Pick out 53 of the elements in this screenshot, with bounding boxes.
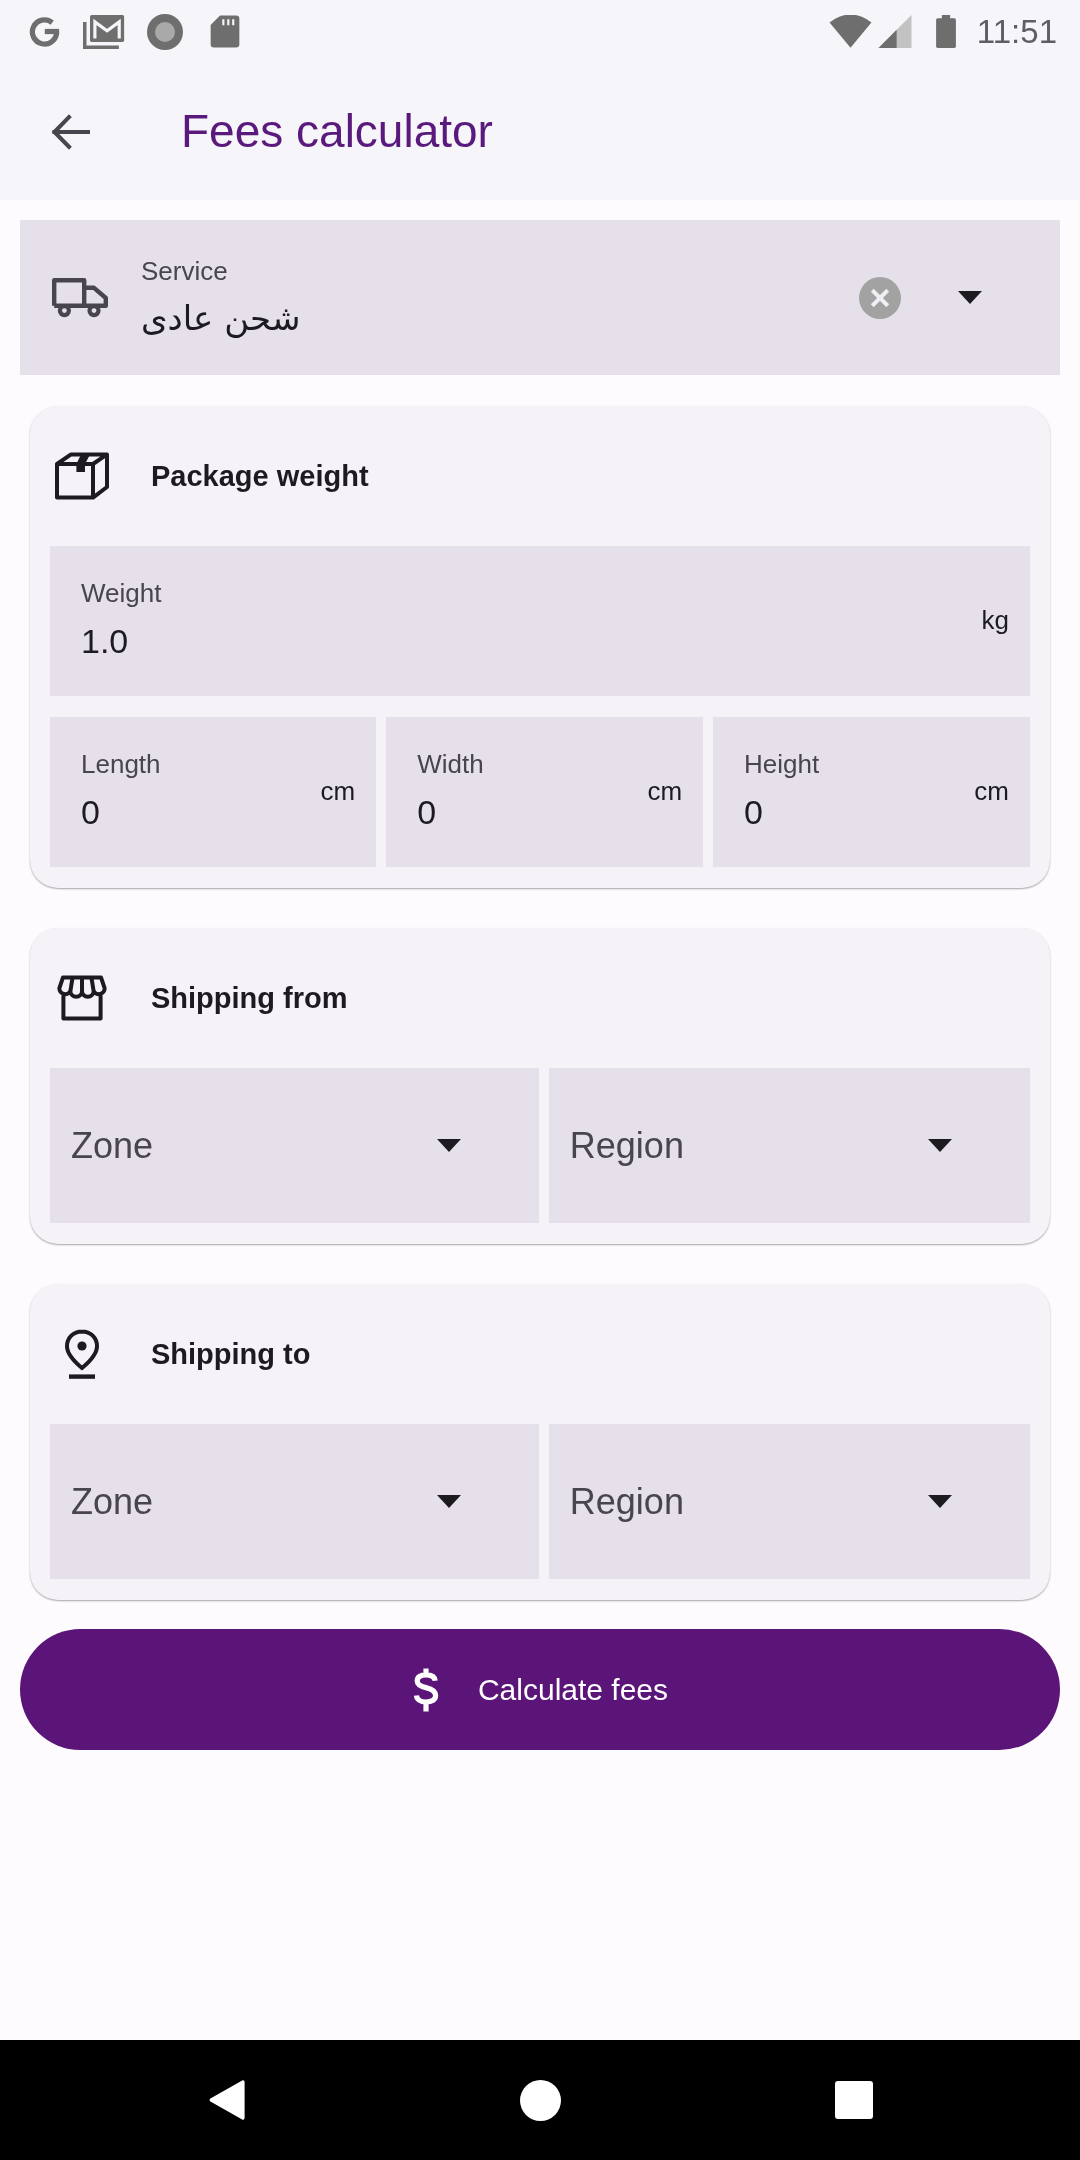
field-label: Length: [81, 749, 161, 779]
unit-label: kg: [981, 605, 1009, 637]
calculate-button[interactable]: Calculate fees: [20, 1629, 1060, 1750]
dropdown-placeholder: Zone: [71, 1123, 154, 1168]
unit-label: cm: [647, 776, 683, 808]
unit-label: cm: [320, 776, 356, 808]
selected-value: شحن عادى: [141, 296, 301, 340]
caret-icon: [928, 1495, 952, 1508]
field-value: 1.0: [81, 621, 129, 661]
caret-icon: [436, 1495, 461, 1508]
field-label: Weight: [81, 578, 162, 608]
caret-icon: [436, 1139, 461, 1152]
mail-icon: [83, 14, 125, 49]
section-title: Package weight: [151, 458, 369, 494]
select-dropdown[interactable]: Zone: [50, 1068, 539, 1223]
store-icon: [57, 975, 107, 1021]
package-icon: [54, 452, 110, 500]
circle-icon: [147, 13, 183, 50]
field-label: Service: [141, 255, 228, 287]
location-pin-icon: [64, 1329, 100, 1379]
unit-label: cm: [974, 776, 1009, 808]
dropdown-placeholder: Region: [569, 1479, 684, 1524]
signal-icon: [877, 15, 912, 48]
dollar-icon: [411, 1667, 440, 1712]
wifi-icon: [828, 15, 872, 48]
caret-icon: [958, 291, 982, 304]
field-label: Height: [744, 749, 820, 779]
recent-apps-icon[interactable]: [834, 2081, 873, 2119]
field-value: 0: [417, 792, 437, 832]
select-dropdown[interactable]: Zone: [50, 1424, 539, 1579]
back-arrow-icon[interactable]: [50, 113, 90, 150]
dimension-field[interactable]: Width 0 cm: [386, 717, 704, 867]
select-dropdown[interactable]: Region: [548, 1068, 1030, 1223]
field-label: Width: [417, 749, 484, 779]
sd-card-icon: [210, 15, 240, 48]
field-value: 0: [744, 792, 763, 832]
select-dropdown[interactable]: Region: [548, 1424, 1030, 1579]
dropdown-placeholder: Region: [569, 1123, 684, 1168]
g-icon: [27, 14, 62, 49]
battery-icon: [933, 15, 958, 48]
dimension-field[interactable]: Height 0 cm: [713, 717, 1030, 867]
section-title: Shipping from: [151, 980, 348, 1016]
truck-icon: [52, 277, 108, 318]
caret-icon: [928, 1139, 952, 1152]
back-icon[interactable]: [207, 2080, 246, 2120]
field-value: 0: [81, 792, 100, 832]
screen-title: Fees calculator: [181, 103, 493, 159]
dimension-field[interactable]: Length 0 cm: [50, 717, 377, 867]
clock-time: 11:51: [976, 15, 1057, 48]
weight-field[interactable]: Weight 1.0 kg: [50, 546, 1030, 696]
section-title: Shipping to: [151, 1336, 311, 1372]
dropdown-placeholder: Zone: [71, 1479, 154, 1524]
home-icon[interactable]: [519, 2079, 561, 2121]
